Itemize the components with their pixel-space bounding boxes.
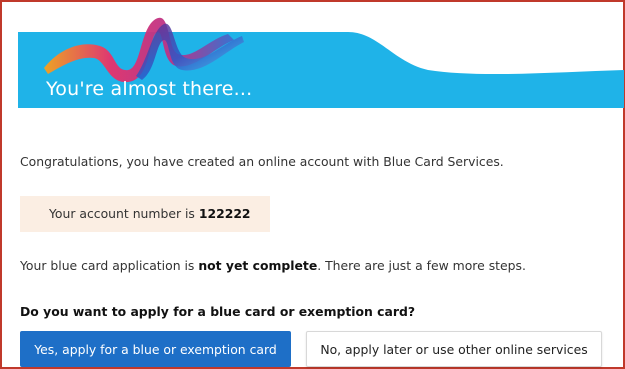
status-suffix: . There are just a few more steps. [317,258,526,273]
application-status-message: Your blue card application is not yet co… [20,258,526,273]
apply-later-button[interactable]: No, apply later or use other online serv… [306,331,602,367]
status-prefix: Your blue card application is [20,258,199,273]
status-emphasis: not yet complete [198,258,318,273]
apply-question: Do you want to apply for a blue card or … [20,304,416,319]
page-title: You're almost there... [46,78,253,100]
account-number-notice: Your account number is 122222 [20,196,270,232]
congratulations-message: Congratulations, you have created an onl… [20,154,504,169]
account-number-value: 122222 [198,206,251,221]
apply-card-button[interactable]: Yes, apply for a blue or exemption card [20,331,291,367]
header-banner: You're almost there... [18,10,624,108]
account-number-label: Your account number is [49,206,199,221]
